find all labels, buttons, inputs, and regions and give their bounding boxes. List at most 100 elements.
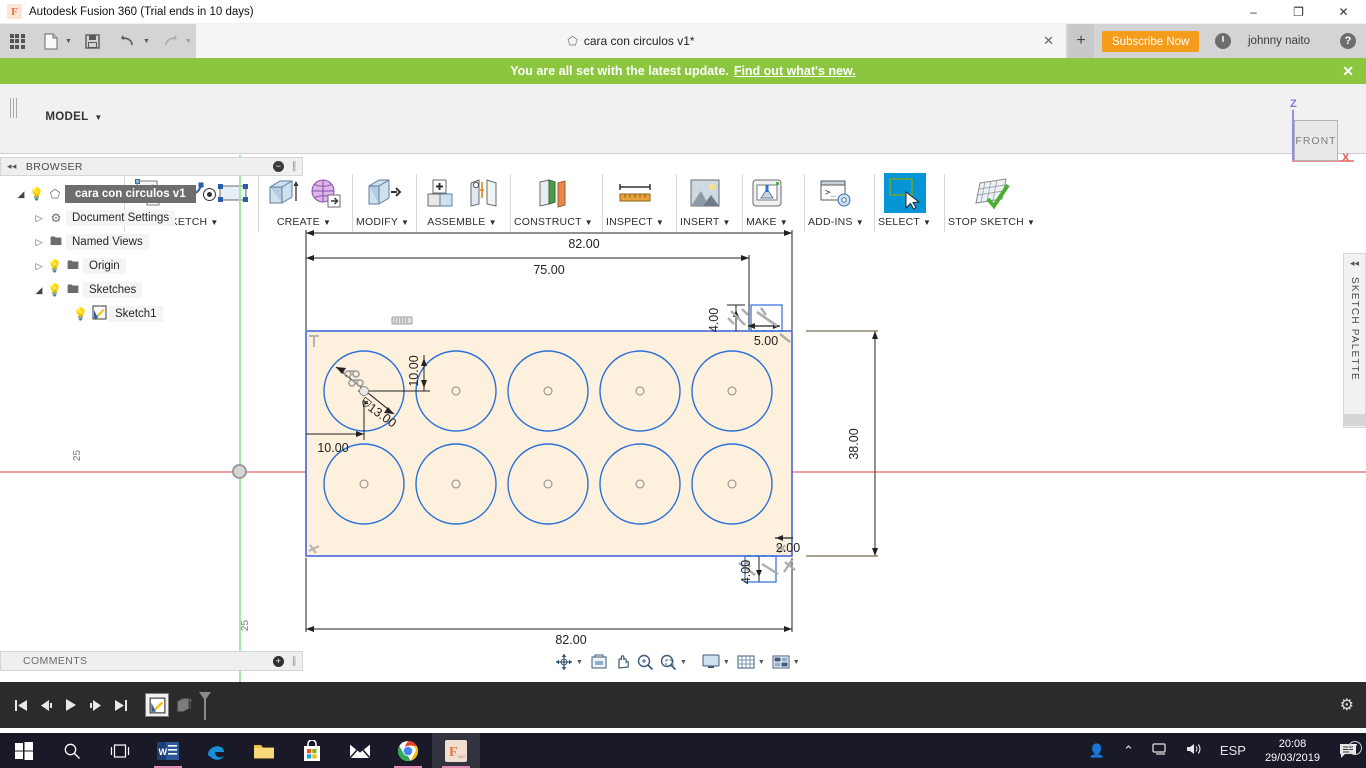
explorer-icon[interactable] (240, 733, 288, 768)
search-icon[interactable] (48, 733, 96, 768)
ribbon-group-modify-label[interactable]: MODIFY ▼ (356, 216, 409, 228)
chevron-up-icon[interactable]: ⌃ (1114, 743, 1143, 759)
undo-icon[interactable] (116, 28, 142, 54)
subscribe-now-button[interactable]: Subscribe Now (1102, 31, 1200, 52)
word-icon[interactable]: W (144, 733, 192, 768)
fusion360-icon[interactable]: F 360 (432, 733, 480, 768)
expand-arrow-icon[interactable]: ▷ (32, 261, 46, 272)
timeline-play-button[interactable] (58, 690, 83, 720)
browser-resize-handle[interactable]: ∥ (292, 161, 297, 172)
new-file-caret-icon[interactable]: ▼ (65, 38, 72, 45)
expand-arrow-icon[interactable]: ▷ (32, 237, 46, 248)
user-account-label[interactable]: johnny naito (1248, 35, 1310, 47)
timeline-feature-ghost[interactable] (173, 694, 195, 716)
app-grid-icon[interactable] (4, 28, 30, 54)
stop-sketch-icon[interactable] (971, 172, 1013, 214)
ribbon-group-assemble-label[interactable]: ASSEMBLE ▼ (427, 216, 496, 228)
sidebar-item-sketch1[interactable]: 💡 Sketch1 (0, 302, 303, 326)
sidebar-item-named-views[interactable]: ▷ 🖿 Named Views (0, 230, 303, 254)
redo-caret-icon[interactable]: ▼ (185, 38, 192, 45)
ribbon-group-make-label[interactable]: MAKE ▼ (746, 216, 788, 228)
joint-icon[interactable] (462, 172, 504, 214)
network-icon[interactable] (1143, 742, 1177, 759)
insert-image-icon[interactable] (684, 172, 726, 214)
taskbar-clock[interactable]: 20:08 29/03/2019 (1255, 737, 1330, 765)
language-indicator[interactable]: ESP (1211, 743, 1255, 758)
banner-close-icon[interactable]: ✕ (1342, 63, 1354, 80)
new-tab-button[interactable]: + (1068, 24, 1094, 58)
task-view-icon[interactable] (96, 733, 144, 768)
viewports-caret-icon[interactable]: ▼ (793, 659, 800, 666)
redo-icon[interactable] (158, 28, 184, 54)
expand-arrow-icon[interactable]: ◢ (14, 189, 28, 200)
ribbon-group-select-label[interactable]: SELECT ▼ (878, 216, 931, 228)
ribbon-group-inspect-label[interactable]: INSPECT ▼ (606, 216, 664, 228)
scripts-addins-icon[interactable]: >_ (815, 172, 857, 214)
sidebar-item-document-settings[interactable]: ▷ ⚙ Document Settings (0, 206, 303, 230)
expand-arrow-icon[interactable]: ▷ (32, 213, 46, 224)
orbit-icon[interactable] (553, 651, 575, 673)
ribbon-group-addins-label[interactable]: ADD-INS ▼ (808, 216, 864, 228)
banner-link[interactable]: Find out what's new. (734, 64, 856, 78)
comments-panel-header[interactable]: COMMENTS + ∥ (0, 651, 303, 671)
visibility-bulb-icon[interactable]: 💡 (46, 259, 63, 273)
activate-component-icon[interactable] (202, 187, 216, 201)
timeline-settings-gear-icon[interactable]: ⚙ (1340, 695, 1354, 715)
zoom-caret-icon[interactable]: ▼ (680, 659, 687, 666)
display-settings-icon[interactable] (700, 651, 722, 673)
sketch-palette-panel[interactable]: ◂◂ SKETCH PALETTE (1343, 253, 1366, 428)
edge-icon[interactable] (192, 733, 240, 768)
3d-print-icon[interactable] (746, 172, 788, 214)
viewports-icon[interactable] (770, 651, 792, 673)
timeline-step-forward-button[interactable] (83, 690, 108, 720)
select-tool-icon[interactable] (883, 172, 926, 214)
add-comment-icon[interactable]: + (273, 655, 284, 667)
pan-icon[interactable] (611, 651, 633, 673)
store-icon[interactable] (288, 733, 336, 768)
press-pull-icon[interactable] (362, 172, 404, 214)
chrome-icon[interactable] (384, 733, 432, 768)
people-icon[interactable]: 👤 (1080, 743, 1114, 759)
timeline-feature-sketch1[interactable] (145, 693, 169, 717)
timeline-go-to-end-button[interactable] (108, 690, 133, 720)
visibility-bulb-icon[interactable]: 💡 (72, 307, 89, 321)
undo-caret-icon[interactable]: ▼ (143, 38, 150, 45)
timeline-step-back-button[interactable] (33, 690, 58, 720)
visibility-bulb-icon[interactable]: 💡 (28, 187, 45, 201)
visibility-bulb-icon[interactable]: 💡 (46, 283, 63, 297)
new-component-icon[interactable] (420, 172, 462, 214)
job-status-clock-icon[interactable] (1215, 33, 1231, 49)
zoom-icon[interactable] (634, 651, 656, 673)
look-at-icon[interactable] (588, 651, 610, 673)
volume-icon[interactable] (1177, 742, 1211, 759)
timeline-marker[interactable] (197, 690, 213, 720)
grid-caret-icon[interactable]: ▼ (758, 659, 765, 666)
browser-collapse-icon[interactable]: ◂◂ (7, 161, 17, 172)
save-icon[interactable] (80, 28, 106, 54)
document-tab[interactable]: ⬠ cara con circulos v1* ✕ (196, 24, 1066, 58)
palette-collapse-icon[interactable]: ◂◂ (1350, 258, 1359, 269)
ribbon-group-construct-label[interactable]: CONSTRUCT ▼ (514, 216, 593, 228)
timeline-go-to-beginning-button[interactable] (8, 690, 33, 720)
measure-icon[interactable] (614, 172, 656, 214)
browser-minimize-icon[interactable]: − (273, 161, 284, 172)
sidebar-item-origin[interactable]: ▷ 💡 🖿 Origin (0, 254, 303, 278)
grid-snap-icon[interactable] (735, 651, 757, 673)
close-button[interactable]: ✕ (1321, 0, 1366, 24)
help-icon[interactable]: ? (1340, 33, 1356, 49)
start-icon[interactable] (0, 733, 48, 768)
display-caret-icon[interactable]: ▼ (723, 659, 730, 666)
comments-resize-handle[interactable]: ∥ (292, 656, 297, 667)
minimize-button[interactable]: – (1231, 0, 1276, 24)
palette-resize-handle[interactable] (1343, 414, 1366, 426)
sidebar-item-root[interactable]: ◢ 💡 ⬠ cara con circulos v1 (0, 182, 303, 206)
zoom-window-icon[interactable] (657, 651, 679, 673)
ribbon-group-stop-sketch-label[interactable]: STOP SKETCH ▼ (948, 216, 1035, 228)
new-file-icon[interactable] (38, 28, 64, 54)
construct-plane-icon[interactable] (532, 172, 574, 214)
document-tab-close-icon[interactable]: ✕ (1043, 33, 1054, 49)
view-cube-face[interactable]: FRONT (1294, 120, 1338, 161)
sidebar-item-sketches[interactable]: ◢ 💡 🖿 Sketches (0, 278, 303, 302)
workspace-switcher[interactable]: MODEL ▼ (30, 92, 118, 142)
orbit-caret-icon[interactable]: ▼ (576, 659, 583, 666)
